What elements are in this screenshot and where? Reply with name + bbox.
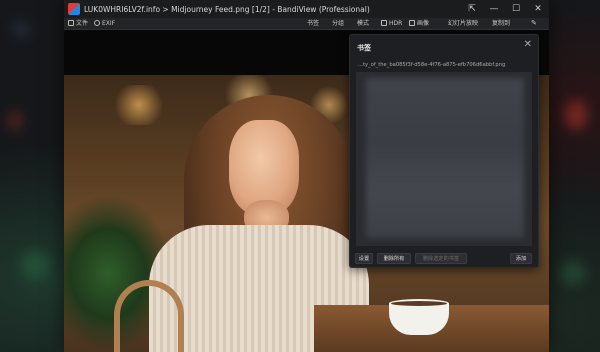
pin-window-icon[interactable]: ⇱ xyxy=(461,0,483,18)
file-icon xyxy=(68,20,74,26)
menu-group[interactable]: 分组 xyxy=(332,18,344,29)
close-icon[interactable]: ✕ xyxy=(524,39,532,50)
menu-hdr[interactable]: HDR xyxy=(381,18,402,29)
add-bookmark-button[interactable]: 添加 xyxy=(510,253,532,264)
maximize-button[interactable]: ☐ xyxy=(505,0,527,18)
menu-bar: 文件 EXIF 书签 分组 模式 HDR 画像 幻灯片放映 复制到 ✎ xyxy=(64,18,549,30)
image-viewer[interactable]: 书签 ✕ ...ty_of_the_ba085f3f-d58e-4f76-a87… xyxy=(64,30,549,352)
bookmark-file-name: ...ty_of_the_ba085f3f-d58e-4f76-a875-efb… xyxy=(358,62,506,68)
delete-selected-button[interactable]: 删除选定的书签 xyxy=(415,253,467,264)
settings-button[interactable]: 设置 xyxy=(355,253,373,264)
menu-file[interactable]: 文件 xyxy=(68,18,88,29)
menu-slideshow[interactable]: 幻灯片放映 xyxy=(448,18,478,29)
menu-image[interactable]: 画像 xyxy=(409,18,429,29)
delete-all-button[interactable]: 删除所有 xyxy=(377,253,411,264)
info-icon xyxy=(94,20,100,26)
title-bar: LUK0WHRI6LV2f.info > Midjourney Feed.png… xyxy=(64,0,549,18)
image-icon xyxy=(409,20,415,26)
minimize-button[interactable]: — xyxy=(483,0,505,18)
bandiview-window: LUK0WHRI6LV2f.info > Midjourney Feed.png… xyxy=(64,0,549,352)
menu-bookmark[interactable]: 书签 xyxy=(307,18,319,29)
menu-mode[interactable]: 模式 xyxy=(357,18,369,29)
blurred-bookmark-preview xyxy=(366,78,524,238)
window-title: LUK0WHRI6LV2f.info > Midjourney Feed.png… xyxy=(84,4,370,14)
bookmark-panel-title: 书签 xyxy=(357,44,371,52)
close-button[interactable]: ✕ xyxy=(527,0,549,18)
menu-copy-to[interactable]: 复制到 xyxy=(492,18,510,29)
bookmark-list[interactable] xyxy=(356,72,532,246)
menu-exif[interactable]: EXIF xyxy=(94,18,115,29)
hdr-icon xyxy=(381,20,387,26)
pin-icon[interactable]: ✎ xyxy=(531,18,537,29)
bandiview-logo-icon xyxy=(68,3,80,15)
bookmark-panel: 书签 ✕ ...ty_of_the_ba085f3f-d58e-4f76-a87… xyxy=(349,34,539,268)
